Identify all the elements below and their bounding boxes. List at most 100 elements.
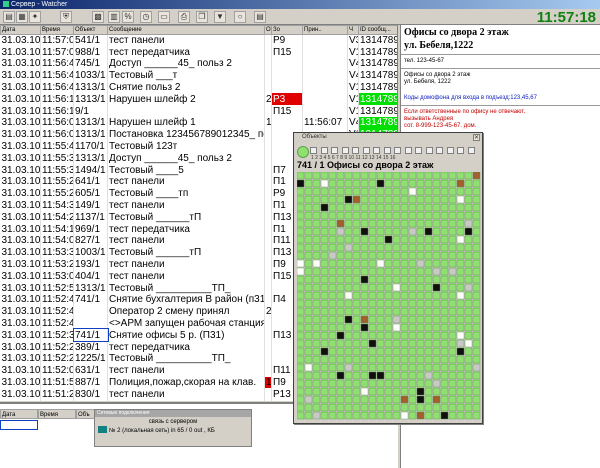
column-header[interactable]: Объект bbox=[73, 25, 108, 35]
object-cell[interactable] bbox=[400, 259, 409, 268]
object-cell[interactable] bbox=[384, 219, 393, 228]
object-cell[interactable] bbox=[456, 387, 465, 396]
object-cell[interactable] bbox=[352, 227, 361, 236]
object-cell[interactable] bbox=[320, 299, 329, 308]
object-cell[interactable] bbox=[392, 259, 401, 268]
object-cell[interactable] bbox=[312, 363, 321, 372]
object-cell[interactable] bbox=[408, 211, 417, 220]
object-cell[interactable] bbox=[408, 411, 417, 420]
object-cell[interactable] bbox=[432, 275, 441, 284]
object-cell[interactable] bbox=[456, 411, 465, 420]
object-cell[interactable] bbox=[368, 172, 377, 180]
object-cell[interactable] bbox=[400, 299, 409, 308]
object-cell[interactable] bbox=[392, 195, 401, 204]
object-cell[interactable] bbox=[464, 283, 473, 292]
object-cell[interactable] bbox=[320, 283, 329, 292]
object-cell[interactable] bbox=[408, 187, 417, 196]
object-cell[interactable] bbox=[464, 299, 473, 308]
object-cell[interactable] bbox=[392, 172, 401, 180]
object-cell[interactable] bbox=[400, 379, 409, 388]
column-header[interactable]: Ч bbox=[347, 25, 359, 35]
object-cell[interactable] bbox=[297, 187, 305, 196]
object-cell[interactable] bbox=[297, 227, 305, 236]
object-cell[interactable] bbox=[344, 339, 353, 348]
object-cell[interactable] bbox=[360, 331, 369, 340]
objects-window[interactable]: Объекты ✕ 1 2 3 4 5 6 7 8 9 10 11 12 13 … bbox=[293, 132, 483, 424]
object-cell[interactable] bbox=[432, 387, 441, 396]
object-cell[interactable] bbox=[456, 251, 465, 260]
object-cell[interactable] bbox=[400, 363, 409, 372]
object-cell[interactable] bbox=[344, 403, 353, 412]
object-cell[interactable] bbox=[352, 403, 361, 412]
object-cell[interactable] bbox=[416, 339, 425, 348]
object-cell[interactable] bbox=[336, 307, 345, 316]
object-cell[interactable] bbox=[440, 347, 449, 356]
object-cell[interactable] bbox=[368, 379, 377, 388]
object-cell[interactable] bbox=[328, 203, 337, 212]
object-cell[interactable] bbox=[464, 267, 473, 276]
object-cell[interactable] bbox=[448, 347, 457, 356]
object-cell[interactable] bbox=[384, 347, 393, 356]
object-cell[interactable] bbox=[376, 307, 385, 316]
object-cell[interactable] bbox=[392, 251, 401, 260]
object-cell[interactable] bbox=[456, 243, 465, 252]
object-cell[interactable] bbox=[336, 259, 345, 268]
object-cell[interactable] bbox=[352, 179, 361, 188]
object-cell[interactable] bbox=[297, 203, 305, 212]
object-cell[interactable] bbox=[472, 379, 481, 388]
object-cell[interactable] bbox=[376, 403, 385, 412]
object-cell[interactable] bbox=[297, 403, 305, 412]
object-cell[interactable] bbox=[432, 299, 441, 308]
object-cell[interactable] bbox=[472, 251, 481, 260]
column-header[interactable]: О bbox=[264, 25, 272, 35]
object-cell[interactable] bbox=[392, 211, 401, 220]
object-cell[interactable] bbox=[304, 307, 313, 316]
object-cell[interactable] bbox=[464, 411, 473, 420]
object-cell[interactable] bbox=[360, 275, 369, 284]
object-cell[interactable] bbox=[368, 299, 377, 308]
object-cell[interactable] bbox=[432, 347, 441, 356]
object-cell[interactable] bbox=[440, 323, 449, 332]
object-cell[interactable] bbox=[368, 411, 377, 420]
object-cell[interactable] bbox=[464, 235, 473, 244]
object-cell[interactable] bbox=[352, 363, 361, 372]
object-cell[interactable] bbox=[360, 371, 369, 380]
object-cell[interactable] bbox=[440, 387, 449, 396]
object-cell[interactable] bbox=[297, 219, 305, 228]
object-cell[interactable] bbox=[400, 403, 409, 412]
object-cell[interactable] bbox=[336, 283, 345, 292]
object-cell[interactable] bbox=[368, 251, 377, 260]
object-cell[interactable] bbox=[336, 331, 345, 340]
object-cell[interactable] bbox=[400, 275, 409, 284]
object-cell[interactable] bbox=[297, 251, 305, 260]
object-cell[interactable] bbox=[440, 211, 449, 220]
object-cell[interactable] bbox=[376, 371, 385, 380]
object-cell[interactable] bbox=[376, 227, 385, 236]
object-cell[interactable] bbox=[360, 307, 369, 316]
object-cell[interactable] bbox=[440, 371, 449, 380]
object-cell[interactable] bbox=[360, 323, 369, 332]
object-cell[interactable] bbox=[464, 227, 473, 236]
object-cell[interactable] bbox=[424, 339, 433, 348]
object-cell[interactable] bbox=[384, 227, 393, 236]
object-cell[interactable] bbox=[392, 395, 401, 404]
object-cell[interactable] bbox=[456, 283, 465, 292]
object-cell[interactable] bbox=[472, 395, 481, 404]
object-cell[interactable] bbox=[432, 339, 441, 348]
object-cell[interactable] bbox=[440, 219, 449, 228]
object-cell[interactable] bbox=[297, 243, 305, 252]
object-cell[interactable] bbox=[368, 331, 377, 340]
object-cell[interactable] bbox=[312, 299, 321, 308]
object-cell[interactable] bbox=[336, 187, 345, 196]
object-cell[interactable] bbox=[384, 235, 393, 244]
object-cell[interactable] bbox=[400, 172, 409, 180]
object-cell[interactable] bbox=[392, 203, 401, 212]
object-cell[interactable] bbox=[320, 395, 329, 404]
object-cell[interactable] bbox=[368, 307, 377, 316]
object-cell[interactable] bbox=[440, 235, 449, 244]
object-cell[interactable] bbox=[440, 299, 449, 308]
table-row[interactable]: 31.03.1011:56:431313/1Снятие польз 2 V113… bbox=[0, 81, 397, 94]
object-cell[interactable] bbox=[352, 395, 361, 404]
object-cell[interactable] bbox=[416, 211, 425, 220]
object-cell[interactable] bbox=[464, 371, 473, 380]
